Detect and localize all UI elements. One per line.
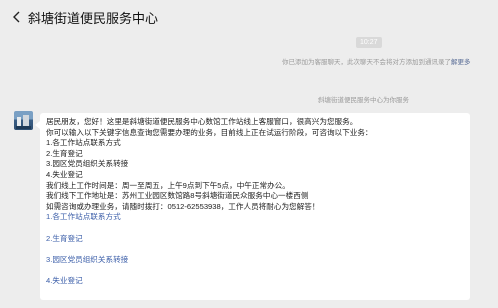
- service-note: 斜塘街道便民服务中心为你服务: [318, 97, 409, 104]
- message-bubble: 居民朋友，您好！这里是斜塘街道便民服务中心数馆工作站线上客服窗口，很高兴为您服务…: [35, 113, 470, 300]
- message-line: 如需咨询或办理业务，请随时拨打：0512-62553938，工作人员将耐心为您解…: [46, 201, 320, 211]
- message-line: 2.生育登记: [46, 148, 83, 158]
- message-line: 我们线下工作地址是：苏州工业园区数馆路8号斜塘街道民众服务中心一楼西侧: [46, 191, 309, 201]
- system-note: 你已添加为客服聊天，此次聊天不会将对方添加到通讯录了解更多: [282, 58, 472, 68]
- message-timestamp: 10:27: [356, 37, 382, 48]
- quick-link-party-transfer[interactable]: 3.园区党员组织关系转接: [46, 255, 464, 266]
- message-line: 我们线上工作时间是：周一至周五，上午9点到下午5点，中午正常办公。: [46, 180, 290, 190]
- quick-link-birth-registration[interactable]: 2.生育登记: [46, 234, 464, 245]
- message-line: 1.各工作站点联系方式: [46, 138, 121, 148]
- chat-title: 斜塘街道便民服务中心: [28, 10, 159, 26]
- message-line: 你可以输入以下关键字信息查询您需要办理的业务，目前线上正在试运行阶段，可咨询以下…: [46, 127, 373, 137]
- quick-link-contacts[interactable]: 1.各工作站点联系方式: [46, 212, 464, 223]
- message-line: 3.园区党员组织关系转接: [46, 159, 129, 169]
- chat-header: 斜塘街道便民服务中心: [0, 0, 498, 34]
- back-arrow-icon[interactable]: [8, 8, 26, 26]
- learn-more-link[interactable]: 解更多: [451, 59, 471, 66]
- system-note-text: 你已添加为客服聊天，此次聊天不会将对方添加到通讯录了: [282, 59, 451, 66]
- message-line: 居民朋友，您好！这里是斜塘街道便民服务中心数馆工作站线上客服窗口，很高兴为您服务…: [46, 117, 358, 126]
- message-line: 4.失业登记: [46, 169, 83, 179]
- quick-link-unemployment[interactable]: 4.失业登记: [46, 276, 464, 287]
- service-avatar[interactable]: [14, 111, 33, 130]
